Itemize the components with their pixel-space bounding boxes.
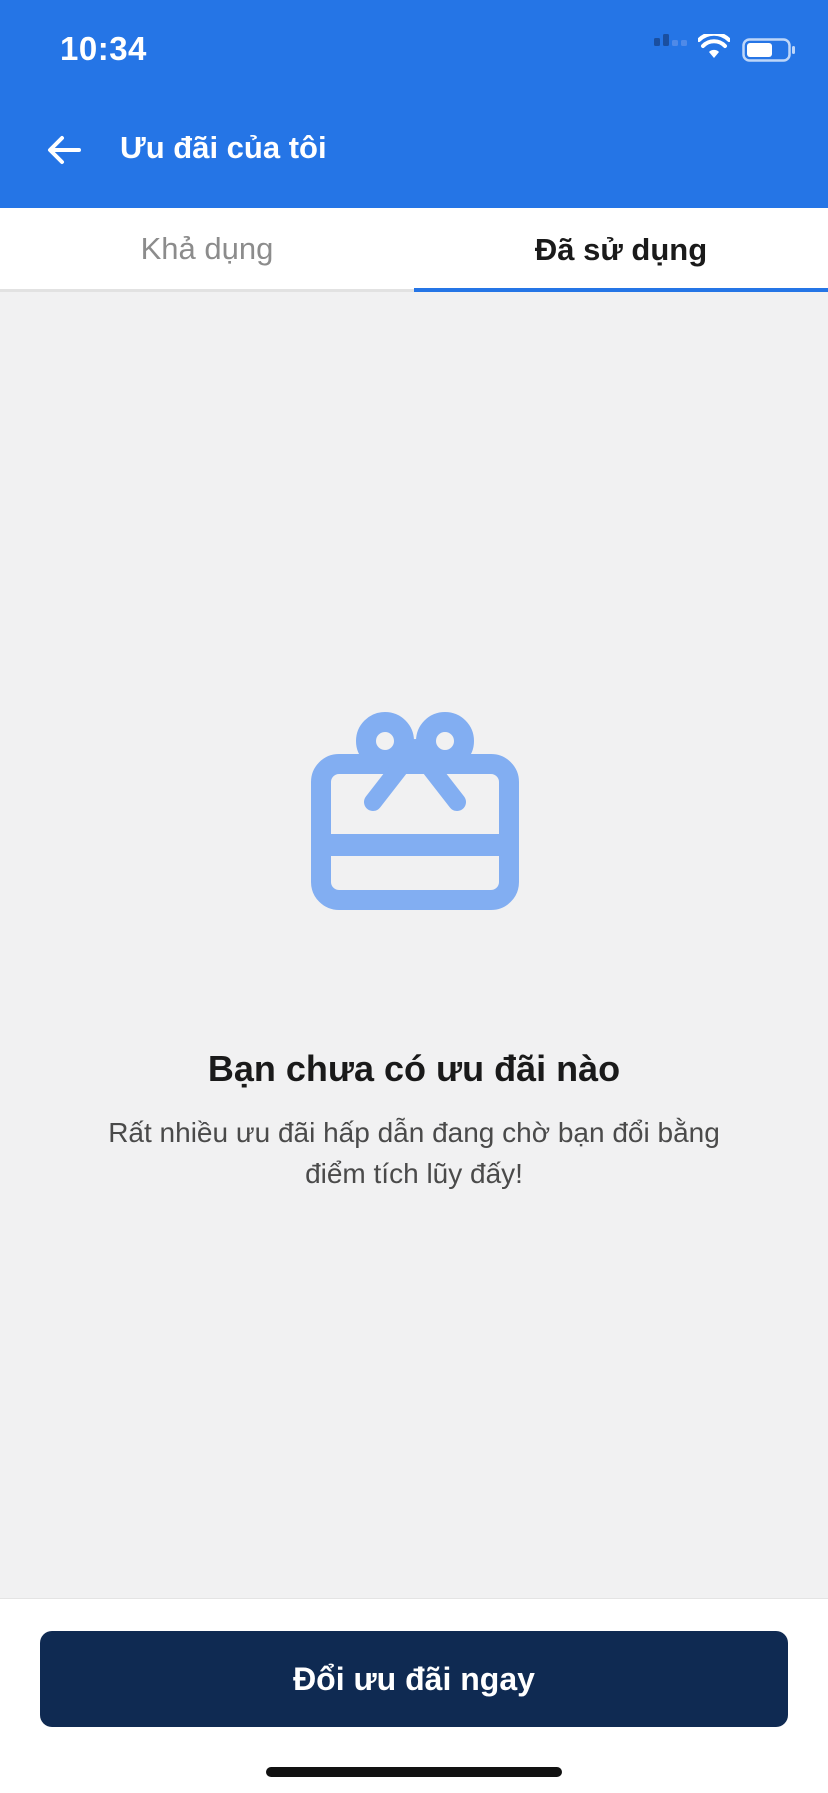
status-time: 10:34 (60, 30, 147, 67)
gift-card-icon (311, 712, 519, 910)
wifi-icon (698, 34, 730, 58)
tab-used[interactable]: Đã sử dụng (414, 208, 828, 292)
tab-available[interactable]: Khả dụng (0, 208, 414, 292)
back-button[interactable] (40, 126, 88, 174)
tab-bar: Khả dụng Đã sử dụng (0, 208, 828, 292)
redeem-offer-button[interactable]: Đổi ưu đãi ngay (40, 1631, 788, 1727)
home-indicator (266, 1767, 562, 1777)
footer-bar: Đổi ưu đãi ngay (0, 1598, 828, 1793)
arrow-left-icon (48, 136, 81, 164)
page-title: Ưu đãi của tôi (120, 130, 327, 165)
empty-state-title: Bạn chưa có ưu đãi nào (207, 1048, 621, 1089)
empty-state-description: Rất nhiều ưu đãi hấp dẫn đang chờ bạn đổ… (108, 1117, 720, 1189)
battery-icon (742, 38, 795, 62)
app-header: 10:34 Ưu đãi của tôi (0, 0, 828, 208)
